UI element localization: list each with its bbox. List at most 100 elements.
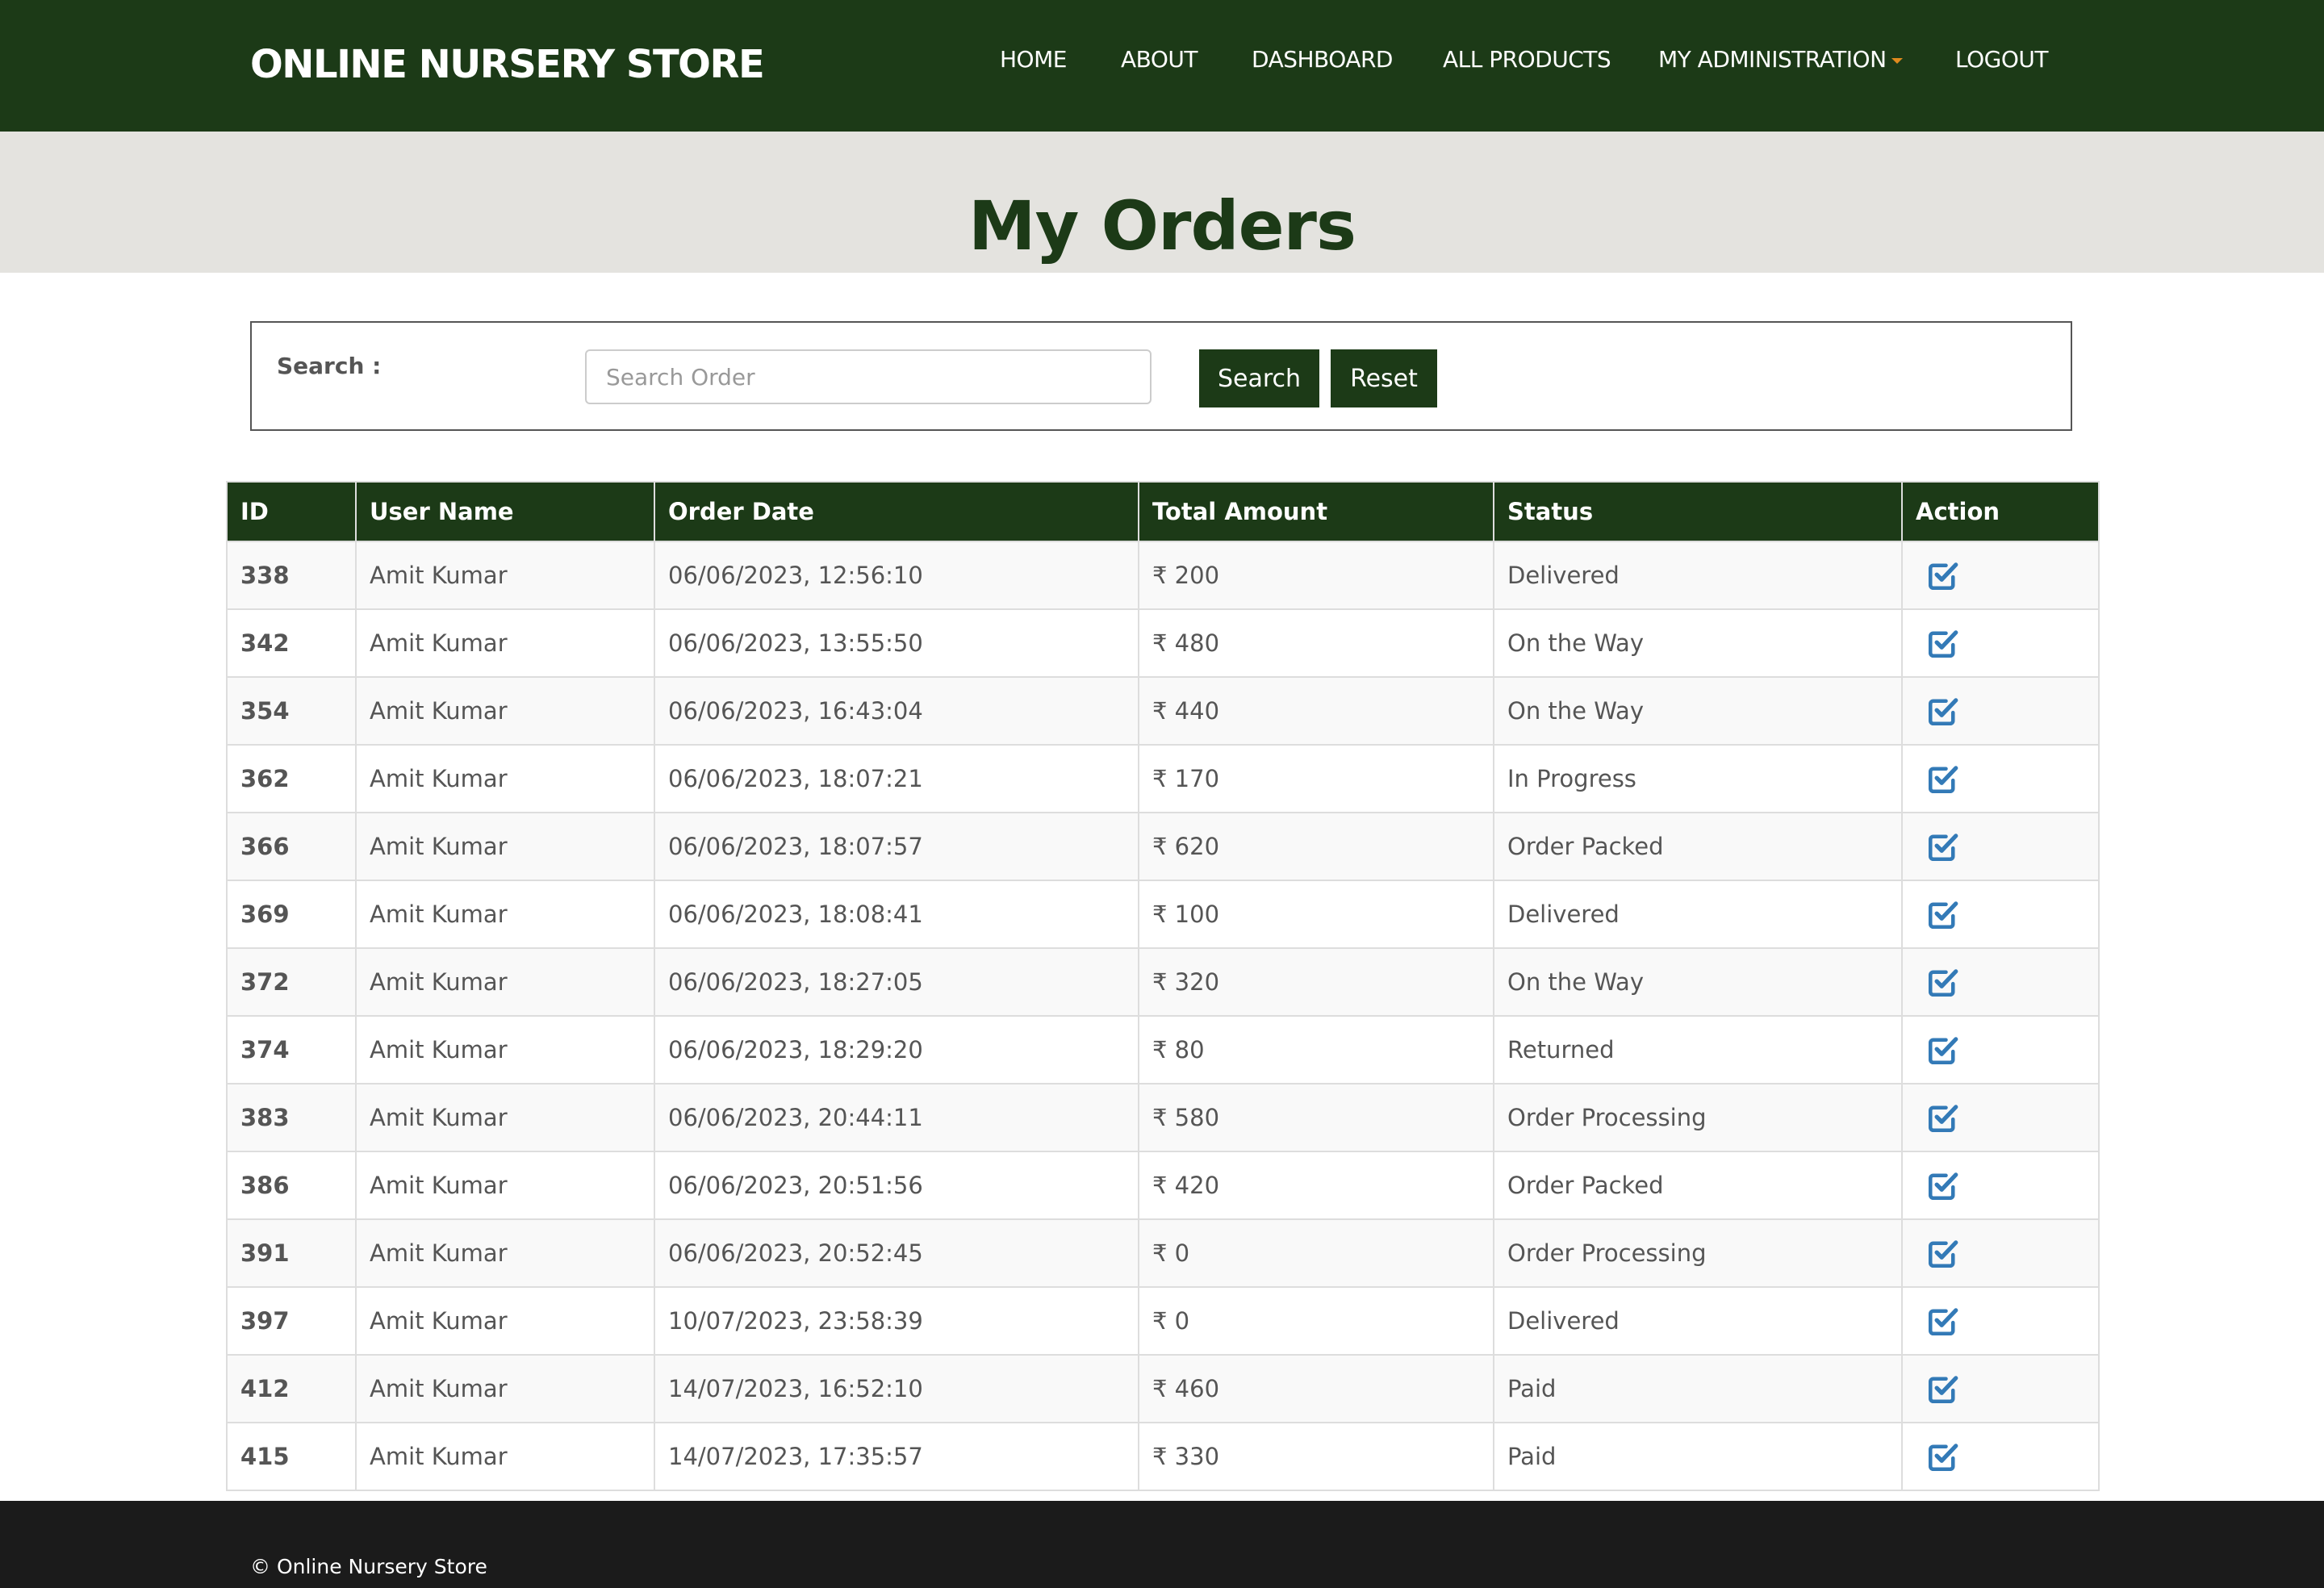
user-name-cell: Amit Kumar xyxy=(355,1015,655,1084)
total-amount-cell: ₹ 620 xyxy=(1138,812,1494,881)
check-square-icon[interactable] xyxy=(1926,626,1960,660)
total-amount-cell: ₹ 170 xyxy=(1138,744,1494,813)
status-cell: Returned xyxy=(1493,1015,1903,1084)
nav-my-administration-label: MY ADMINISTRATION xyxy=(1658,46,1887,73)
check-square-icon[interactable] xyxy=(1926,1372,1960,1406)
status-cell: Order Packed xyxy=(1493,1151,1903,1220)
total-amount-cell: ₹ 80 xyxy=(1138,1015,1494,1084)
status-cell: Delivered xyxy=(1493,1286,1903,1356)
user-name-cell: Amit Kumar xyxy=(355,1218,655,1288)
search-panel: Search : Search Reset xyxy=(250,321,2072,431)
nav-logout[interactable]: LOGOUT xyxy=(1955,45,2048,74)
order-date-cell: 06/06/2023, 18:27:05 xyxy=(654,947,1139,1017)
nav-home[interactable]: HOME xyxy=(1000,45,1067,74)
orders-table-body: 338 Amit Kumar 06/06/2023, 12:56:10 ₹ 200 De… xyxy=(226,541,2100,1491)
table-row: 372 Amit Kumar 06/06/2023, 18:27:05 ₹ 320 On… xyxy=(226,947,2100,1017)
order-date-cell: 14/07/2023, 17:35:57 xyxy=(654,1422,1139,1491)
footer: © Online Nursery Store xyxy=(0,1501,2324,1588)
total-amount-cell: ₹ 330 xyxy=(1138,1422,1494,1491)
total-amount-cell: ₹ 460 xyxy=(1138,1354,1494,1423)
check-square-icon[interactable] xyxy=(1926,1236,1960,1270)
check-square-icon[interactable] xyxy=(1926,965,1960,999)
header-user-name: User Name xyxy=(355,481,655,542)
check-square-icon[interactable] xyxy=(1926,1101,1960,1135)
search-input[interactable] xyxy=(585,349,1152,404)
user-name-cell: Amit Kumar xyxy=(355,1083,655,1152)
total-amount-cell: ₹ 200 xyxy=(1138,541,1494,610)
total-amount-cell: ₹ 0 xyxy=(1138,1286,1494,1356)
header-status: Status xyxy=(1493,481,1903,542)
action-cell xyxy=(1901,1015,2100,1084)
nav-dashboard[interactable]: DASHBOARD xyxy=(1252,45,1393,74)
order-id-cell: 397 xyxy=(226,1286,357,1356)
search-button[interactable]: Search xyxy=(1199,349,1319,407)
user-name-cell: Amit Kumar xyxy=(355,541,655,610)
table-row: 412 Amit Kumar 14/07/2023, 16:52:10 ₹ 460 Pa… xyxy=(226,1354,2100,1423)
total-amount-cell: ₹ 440 xyxy=(1138,676,1494,746)
page-title: My Orders xyxy=(968,186,1356,265)
footer-copyright: © Online Nursery Store xyxy=(250,1555,487,1578)
check-square-icon[interactable] xyxy=(1926,1033,1960,1067)
header-order-date: Order Date xyxy=(654,481,1139,542)
order-id-cell: 386 xyxy=(226,1151,357,1220)
check-square-icon[interactable] xyxy=(1926,694,1960,728)
table-row: 386 Amit Kumar 06/06/2023, 20:51:56 ₹ 420 Or… xyxy=(226,1151,2100,1220)
header-action: Action xyxy=(1901,481,2100,542)
top-navbar: ONLINE NURSERY STORE HOME ABOUT DASHBOAR… xyxy=(0,0,2324,132)
order-date-cell: 06/06/2023, 18:08:41 xyxy=(654,880,1139,949)
caret-down-icon xyxy=(1891,57,1903,64)
order-id-cell: 354 xyxy=(226,676,357,746)
total-amount-cell: ₹ 420 xyxy=(1138,1151,1494,1220)
total-amount-cell: ₹ 100 xyxy=(1138,880,1494,949)
orders-table: ID User Name Order Date Total Amount Sta… xyxy=(226,481,2100,1491)
order-date-cell: 14/07/2023, 16:52:10 xyxy=(654,1354,1139,1423)
user-name-cell: Amit Kumar xyxy=(355,676,655,746)
check-square-icon[interactable] xyxy=(1926,1440,1960,1473)
nav-my-administration[interactable]: MY ADMINISTRATION xyxy=(1658,45,1903,74)
check-square-icon[interactable] xyxy=(1926,762,1960,796)
header-id: ID xyxy=(226,481,357,542)
brand-logo[interactable]: ONLINE NURSERY STORE xyxy=(250,40,765,89)
user-name-cell: Amit Kumar xyxy=(355,1151,655,1220)
check-square-icon[interactable] xyxy=(1926,1168,1960,1202)
check-square-icon[interactable] xyxy=(1926,1304,1960,1338)
nav-all-products[interactable]: ALL PRODUCTS xyxy=(1443,45,1611,74)
table-row: 397 Amit Kumar 10/07/2023, 23:58:39 ₹ 0 Deli… xyxy=(226,1286,2100,1356)
status-cell: Delivered xyxy=(1493,880,1903,949)
order-date-cell: 06/06/2023, 16:43:04 xyxy=(654,676,1139,746)
order-id-cell: 412 xyxy=(226,1354,357,1423)
order-date-cell: 06/06/2023, 18:29:20 xyxy=(654,1015,1139,1084)
check-square-icon[interactable] xyxy=(1926,897,1960,931)
user-name-cell: Amit Kumar xyxy=(355,1286,655,1356)
table-row: 366 Amit Kumar 06/06/2023, 18:07:57 ₹ 620 Or… xyxy=(226,812,2100,881)
table-row: 362 Amit Kumar 06/06/2023, 18:07:21 ₹ 170 In… xyxy=(226,744,2100,813)
order-id-cell: 369 xyxy=(226,880,357,949)
user-name-cell: Amit Kumar xyxy=(355,608,655,678)
nav-about[interactable]: ABOUT xyxy=(1121,45,1198,74)
reset-button[interactable]: Reset xyxy=(1331,349,1437,407)
table-row: 391 Amit Kumar 06/06/2023, 20:52:45 ₹ 0 Orde… xyxy=(226,1218,2100,1288)
table-row: 354 Amit Kumar 06/06/2023, 16:43:04 ₹ 440 On… xyxy=(226,676,2100,746)
status-cell: Order Processing xyxy=(1493,1083,1903,1152)
order-id-cell: 372 xyxy=(226,947,357,1017)
table-row: 383 Amit Kumar 06/06/2023, 20:44:11 ₹ 580 Or… xyxy=(226,1083,2100,1152)
check-square-icon[interactable] xyxy=(1926,830,1960,863)
order-date-cell: 06/06/2023, 20:51:56 xyxy=(654,1151,1139,1220)
action-cell xyxy=(1901,541,2100,610)
check-square-icon[interactable] xyxy=(1926,558,1960,592)
status-cell: Paid xyxy=(1493,1354,1903,1423)
order-id-cell: 366 xyxy=(226,812,357,881)
order-id-cell: 342 xyxy=(226,608,357,678)
table-header-row: ID User Name Order Date Total Amount Sta… xyxy=(226,481,2100,542)
action-cell xyxy=(1901,1422,2100,1491)
table-row: 342 Amit Kumar 06/06/2023, 13:55:50 ₹ 480 On… xyxy=(226,608,2100,678)
user-name-cell: Amit Kumar xyxy=(355,947,655,1017)
order-date-cell: 06/06/2023, 18:07:21 xyxy=(654,744,1139,813)
order-date-cell: 06/06/2023, 20:52:45 xyxy=(654,1218,1139,1288)
status-cell: On the Way xyxy=(1493,947,1903,1017)
order-date-cell: 06/06/2023, 13:55:50 xyxy=(654,608,1139,678)
status-cell: On the Way xyxy=(1493,608,1903,678)
action-cell xyxy=(1901,880,2100,949)
total-amount-cell: ₹ 0 xyxy=(1138,1218,1494,1288)
table-row: 415 Amit Kumar 14/07/2023, 17:35:57 ₹ 330 Pa… xyxy=(226,1422,2100,1491)
